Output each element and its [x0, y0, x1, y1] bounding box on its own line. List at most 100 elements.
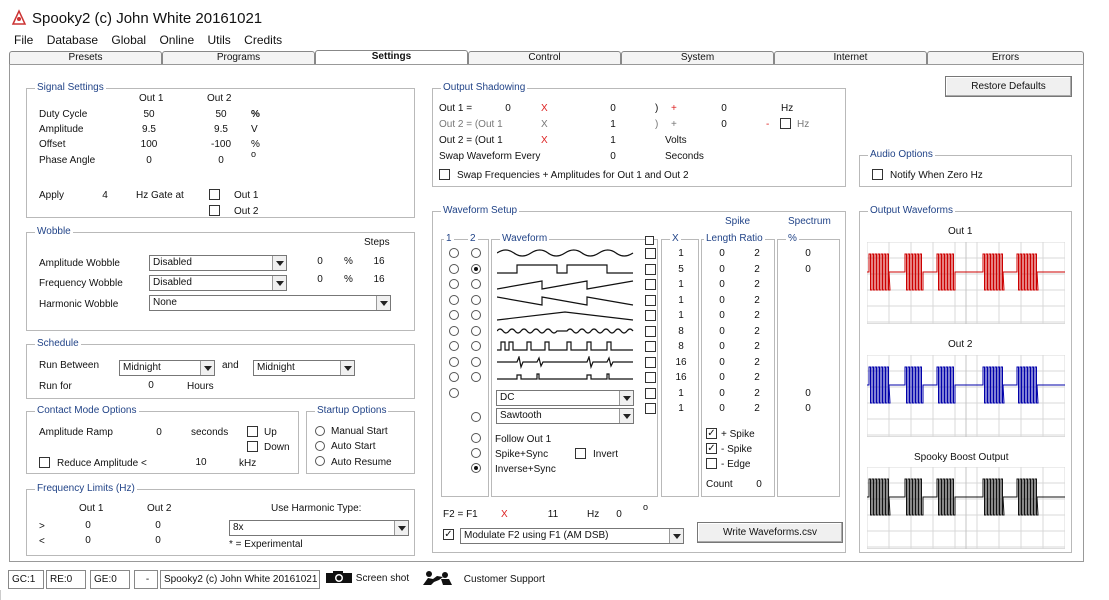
apply-hz-input[interactable]: 4 — [83, 189, 127, 203]
waveform-x-input[interactable]: 1 — [667, 387, 695, 401]
gate-out2-checkbox[interactable] — [209, 205, 220, 216]
waveform-x-input[interactable]: 16 — [667, 371, 695, 385]
spike-ratio-input[interactable]: 2 — [743, 371, 771, 385]
notify-zero-hz-checkbox[interactable] — [872, 169, 883, 180]
offset-out2[interactable]: -100 — [197, 138, 245, 152]
menu-file[interactable]: File — [14, 33, 33, 47]
auto-start-radio[interactable] — [315, 441, 325, 451]
waveform-shape-icon[interactable] — [497, 309, 635, 322]
spike-ratio-input[interactable]: 2 — [743, 387, 771, 401]
tab-presets[interactable]: Presets — [9, 51, 162, 65]
out1-waveform-radio[interactable] — [449, 341, 459, 351]
freq-min-out2[interactable]: 0 — [129, 519, 187, 533]
waveform-enable-checkbox[interactable] — [645, 326, 656, 337]
duty-cycle-out2[interactable]: 50 — [197, 108, 245, 122]
count-input[interactable]: 0 — [747, 478, 771, 492]
inverse-sync-radio[interactable] — [471, 463, 481, 473]
restore-defaults-button[interactable]: Restore Defaults — [945, 76, 1072, 97]
tab-control[interactable]: Control — [468, 51, 621, 65]
amplitude-wobble-percent[interactable]: 0 — [301, 255, 339, 269]
waveform-x-input[interactable]: 1 — [667, 294, 695, 308]
waveform-shape-icon[interactable] — [497, 263, 635, 276]
menu-utils[interactable]: Utils — [207, 33, 230, 47]
out2-waveform-radio[interactable] — [471, 326, 481, 336]
out1-waveform-radio[interactable] — [449, 264, 459, 274]
offset-out1[interactable]: 100 — [127, 138, 171, 152]
waveform-shape-icon[interactable] — [497, 371, 635, 384]
spike-ratio-input[interactable]: 2 — [743, 340, 771, 354]
spike-ratio-input[interactable]: 2 — [743, 309, 771, 323]
out2-waveform-radio[interactable] — [471, 310, 481, 320]
waveform-select-sawtooth[interactable]: Sawtooth — [496, 408, 634, 424]
waveform-shape-icon[interactable] — [497, 356, 635, 369]
waveform-x-input[interactable]: 1 — [667, 278, 695, 292]
f2-factor-input[interactable]: 11 — [521, 508, 585, 522]
spike-length-input[interactable]: 0 — [707, 278, 737, 292]
spike-ratio-input[interactable]: 2 — [743, 356, 771, 370]
reduce-amplitude-checkbox[interactable] — [39, 457, 50, 468]
spike-length-input[interactable]: 0 — [707, 387, 737, 401]
waveform-shape-icon[interactable] — [497, 247, 635, 260]
spike-ratio-input[interactable]: 2 — [743, 278, 771, 292]
swap-frequencies-checkbox[interactable] — [439, 169, 450, 180]
waveform-enable-checkbox[interactable] — [645, 357, 656, 368]
waveform-x-input[interactable]: 1 — [667, 247, 695, 261]
waveform-x-input[interactable]: 5 — [667, 263, 695, 277]
out2-waveform-radio[interactable] — [471, 279, 481, 289]
auto-resume-radio[interactable] — [315, 456, 325, 466]
shadow-out1-offset[interactable]: 0 — [688, 102, 760, 116]
waveform-enable-checkbox[interactable] — [645, 403, 656, 414]
spike-length-input[interactable]: 0 — [707, 340, 737, 354]
freq-min-out1[interactable]: 0 — [59, 519, 117, 533]
out2-waveform-radio[interactable] — [471, 341, 481, 351]
modulate-checkbox[interactable]: ✓ — [443, 529, 454, 540]
out1-waveform-radio[interactable] — [449, 357, 459, 367]
out2-radio-sawtooth[interactable] — [471, 412, 481, 422]
manual-start-radio[interactable] — [315, 426, 325, 436]
out2-waveform-radio[interactable] — [471, 248, 481, 258]
waveform-enable-checkbox[interactable] — [645, 388, 656, 399]
amplitude-ramp-input[interactable]: 0 — [137, 426, 181, 440]
waveform-x-input[interactable]: 8 — [667, 340, 695, 354]
tab-system[interactable]: System — [621, 51, 774, 65]
spike-length-input[interactable]: 0 — [707, 247, 737, 261]
freq-max-out1[interactable]: 0 — [59, 534, 117, 548]
f2-phase-input[interactable]: 0 — [603, 508, 635, 522]
amplitude-out1[interactable]: 9.5 — [127, 123, 171, 137]
spike-ratio-input[interactable]: 2 — [743, 263, 771, 277]
modulation-select[interactable]: Modulate F2 using F1 (AM DSB) — [460, 528, 684, 544]
duty-cycle-out1[interactable]: 50 — [127, 108, 171, 122]
invert-checkbox[interactable] — [575, 448, 586, 459]
plus-spike-checkbox[interactable]: ✓ — [706, 428, 717, 439]
harmonic-wobble-select[interactable]: None — [149, 295, 391, 311]
spectrum-input[interactable]: 0 — [783, 402, 833, 416]
customer-support-button[interactable]: Customer Support — [416, 570, 550, 589]
out1-waveform-radio[interactable] — [449, 248, 459, 258]
menu-global[interactable]: Global — [111, 33, 146, 47]
screenshot-button[interactable]: Screen shot — [322, 570, 414, 589]
waveform-enable-checkbox[interactable] — [645, 248, 656, 259]
frequency-wobble-steps[interactable]: 16 — [364, 273, 394, 287]
spike-ratio-input[interactable]: 2 — [743, 402, 771, 416]
swap-waveform-input[interactable]: 0 — [573, 150, 653, 164]
spectrum-input[interactable]: 0 — [783, 263, 833, 277]
waveform-enable-checkbox[interactable] — [645, 341, 656, 352]
spike-length-input[interactable]: 0 — [707, 325, 737, 339]
shadow-out2-offset[interactable]: 0 — [688, 118, 760, 132]
spike-length-input[interactable]: 0 — [707, 402, 737, 416]
harmonic-type-select[interactable]: 8x — [229, 520, 409, 536]
reduce-amplitude-input[interactable]: 10 — [179, 456, 223, 470]
freq-max-out2[interactable]: 0 — [129, 534, 187, 548]
write-waveforms-button[interactable]: Write Waveforms.csv — [697, 522, 843, 543]
frequency-wobble-select[interactable]: Disabled — [149, 275, 287, 291]
follow-out1-radio[interactable] — [471, 433, 481, 443]
out1-waveform-radio[interactable] — [449, 326, 459, 336]
out1-waveform-radio[interactable] — [449, 388, 459, 398]
phase-angle-out1[interactable]: 0 — [127, 154, 171, 168]
spike-length-input[interactable]: 0 — [707, 371, 737, 385]
tab-programs[interactable]: Programs — [162, 51, 315, 65]
ramp-down-checkbox[interactable] — [247, 441, 258, 452]
spike-ratio-input[interactable]: 2 — [743, 247, 771, 261]
tab-internet[interactable]: Internet — [774, 51, 927, 65]
waveform-shape-icon[interactable] — [497, 294, 635, 307]
